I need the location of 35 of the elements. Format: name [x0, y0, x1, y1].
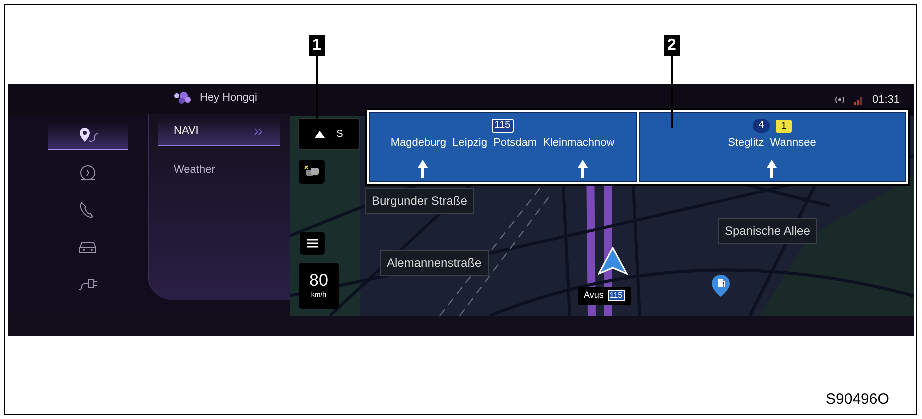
- vehicle-position-icon: [598, 247, 628, 275]
- speed-value: 80: [310, 270, 328, 291]
- road-name: Avus: [584, 289, 604, 302]
- sign-destinations: Magdeburg Leipzig Potsdam Kleinmachnow: [390, 136, 615, 151]
- assistant-label: Hey Hongqi: [200, 91, 258, 106]
- fuel-station-pin-icon: [711, 274, 731, 298]
- menu-button[interactable]: [300, 232, 325, 255]
- route-number: 1: [776, 120, 792, 132]
- heading-arrow-icon: [314, 130, 325, 138]
- route-number: 4: [752, 119, 770, 133]
- compass-indicator[interactable]: S: [298, 118, 360, 150]
- up-arrow-icon: [418, 160, 428, 178]
- street-label: Burgunder Straße: [365, 188, 474, 214]
- sign-destinations: Steglitz Wannsee: [728, 136, 816, 151]
- traffic-button[interactable]: [299, 160, 325, 184]
- menu-icon: [307, 239, 318, 248]
- up-arrow-icon: [578, 160, 588, 178]
- menu-item[interactable]: Weather: [158, 156, 280, 184]
- route-number: 115: [492, 119, 514, 133]
- route-number: 115: [608, 290, 625, 302]
- up-arrow-icon: [767, 160, 778, 178]
- street-label: Alemannenstraße: [380, 250, 489, 276]
- menu-item[interactable]: NAVI: [158, 118, 280, 146]
- chevron-icon: [254, 128, 264, 136]
- side-nav-button[interactable]: [48, 122, 128, 150]
- callout-number: 2: [664, 35, 680, 56]
- clock: 01:31: [872, 93, 900, 108]
- wireless-icon: [834, 95, 846, 106]
- leader-line: [316, 56, 318, 120]
- traffic-cars-icon: [304, 165, 320, 179]
- street-label: Spanische Allee: [718, 218, 818, 244]
- figure-code: S90496O: [826, 390, 890, 410]
- assistant-logo-icon: [174, 91, 192, 106]
- callout-number: 1: [309, 35, 325, 56]
- signal-icon: [854, 95, 864, 106]
